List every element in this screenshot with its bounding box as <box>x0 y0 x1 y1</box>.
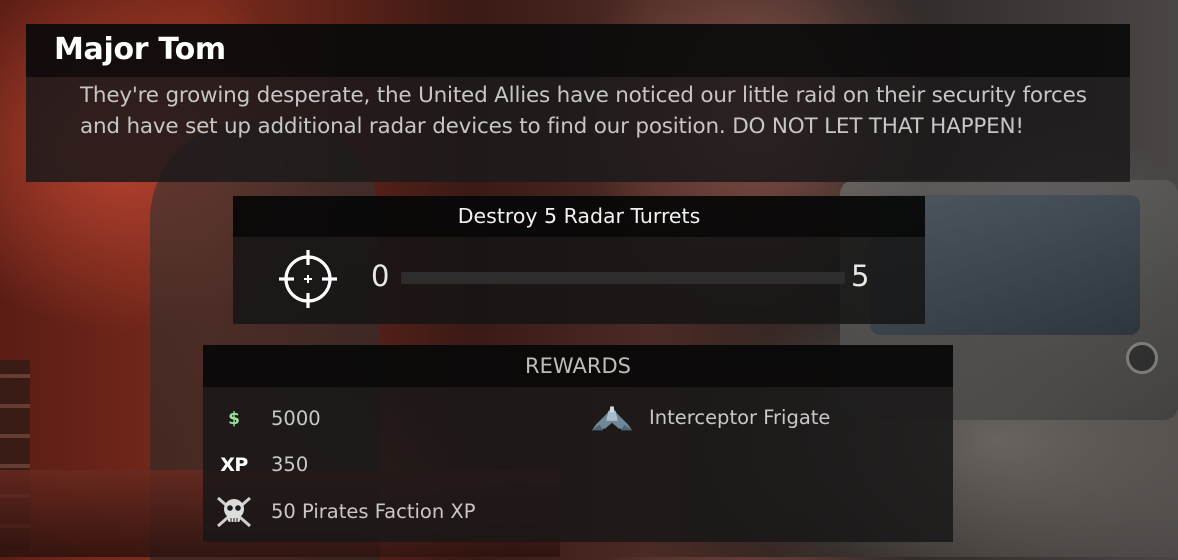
crosshair-target-icon <box>279 250 337 308</box>
reward-faction-xp-value: 50 Pirates Faction XP <box>271 500 476 523</box>
progress-bar <box>401 272 845 284</box>
reward-credits: $ 5000 <box>212 404 321 434</box>
dollar-icon: $ <box>228 409 240 429</box>
dialog-message: They're growing desperate, the United Al… <box>80 83 1087 139</box>
reward-xp-value: 350 <box>271 453 309 476</box>
background-chain <box>0 360 30 550</box>
rewards-panel: REWARDS $ 5000 XP 350 50 Pirates Faction… <box>203 345 953 542</box>
reward-faction-xp: 50 Pirates Faction XP <box>212 494 476 530</box>
xp-icon: XP <box>220 454 248 476</box>
ship-frigate-icon <box>590 403 634 433</box>
reward-ship: Interceptor Frigate <box>590 403 830 433</box>
reward-credits-value: 5000 <box>271 407 321 430</box>
pirate-skull-icon <box>212 494 256 530</box>
reward-xp: XP 350 <box>212 450 308 480</box>
reward-ship-name: Interceptor Frigate <box>649 406 831 429</box>
progress-current: 0 <box>371 259 390 293</box>
background-tv-knob <box>1126 342 1158 374</box>
objective-panel: Destroy 5 Radar Turrets 0 5 <box>233 196 925 324</box>
character-name: Major Tom <box>54 32 226 67</box>
dialog-panel: Major Tom They're growing desperate, the… <box>26 24 1130 182</box>
progress-total: 5 <box>851 259 870 293</box>
rewards-title: REWARDS <box>203 345 953 387</box>
objective-title: Destroy 5 Radar Turrets <box>233 196 925 237</box>
